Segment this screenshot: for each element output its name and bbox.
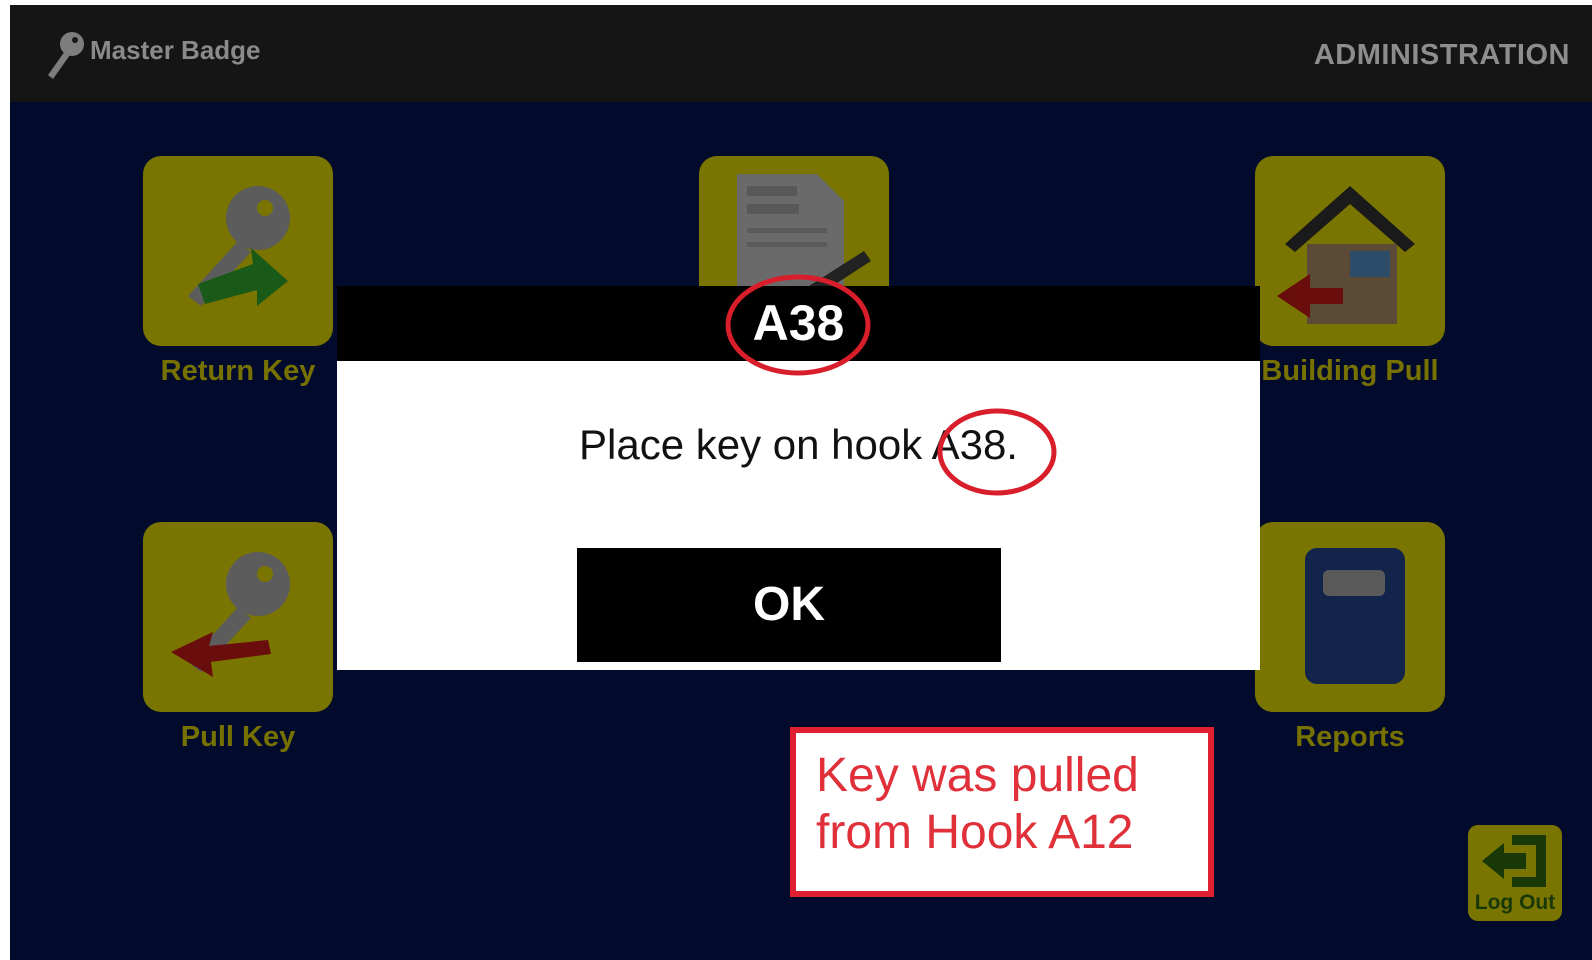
return-key-icon [188, 186, 290, 306]
return-key-tile[interactable] [143, 156, 333, 346]
reports-icon [1305, 548, 1405, 684]
key-icon [44, 29, 88, 86]
building-pull-tile[interactable] [1255, 156, 1445, 346]
building-pull-icon [1277, 186, 1415, 324]
pull-key-icon [171, 552, 290, 677]
top-bar: Master Badge ADMINISTRATION [10, 5, 1592, 102]
dialog-message: Place key on hook A38. [579, 421, 1018, 468]
return-key-label: Return Key [160, 355, 316, 387]
annotation-circle-message [937, 408, 1057, 496]
callout-line-2: from Hook A12 [816, 806, 1134, 859]
annotation-circle-title [725, 274, 871, 376]
logout-icon [1482, 835, 1546, 887]
logout-button[interactable]: Log Out [1468, 825, 1562, 921]
pull-key-label: Pull Key [180, 721, 296, 753]
callout-line-1: Key was pulled [816, 749, 1139, 802]
ok-button[interactable]: OK [577, 548, 1001, 662]
pull-key-tile[interactable] [143, 522, 333, 712]
reports-label: Reports [1295, 721, 1405, 753]
administration-button[interactable]: ADMINISTRATION [1314, 39, 1570, 72]
kiosk-screen: Master Badge ADMINISTRATION Return Key B… [10, 5, 1592, 960]
annotation-callout: Key was pulled from Hook A12 [790, 727, 1214, 897]
master-badge-label: Master Badge [90, 35, 261, 65]
reports-tile[interactable] [1255, 522, 1445, 712]
logout-label: Log Out [1474, 891, 1556, 914]
